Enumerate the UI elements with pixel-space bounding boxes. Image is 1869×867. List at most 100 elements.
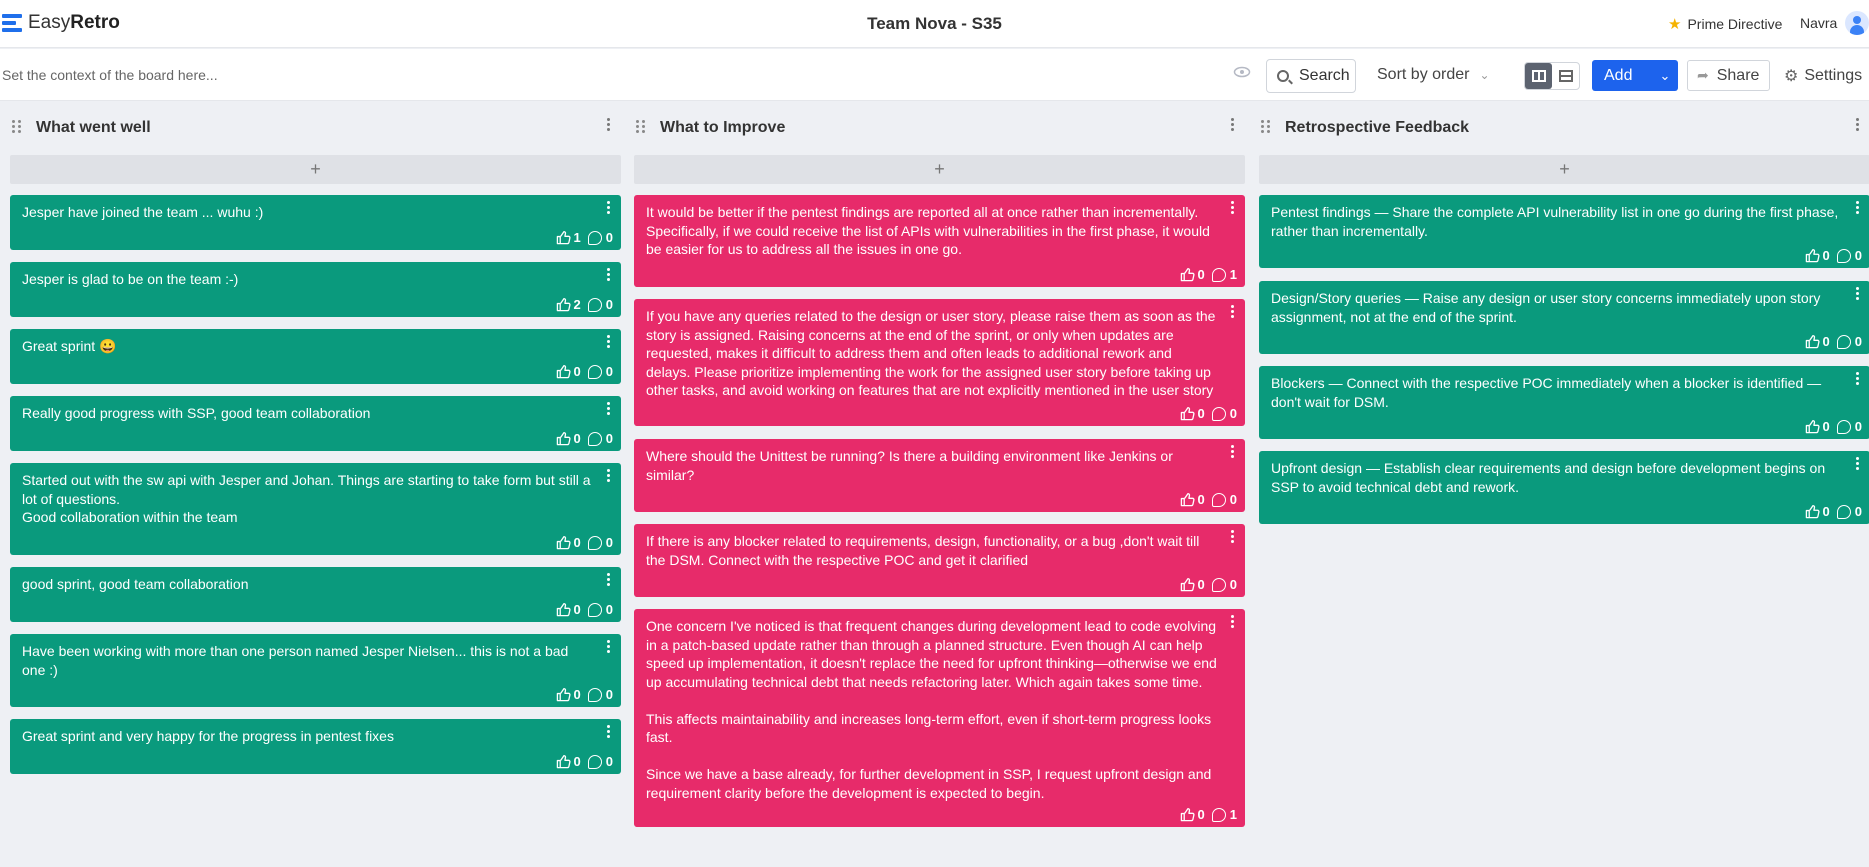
comment-icon[interactable] [1836,504,1851,519]
comment-icon[interactable] [1836,248,1851,263]
card-menu-icon[interactable] [1852,372,1862,386]
chevron-down-icon[interactable]: ⌄ [1652,68,1678,84]
column-title[interactable]: Retrospective Feedback [1285,119,1469,137]
add-button[interactable]: Add ⌄ [1592,60,1678,91]
like-icon[interactable] [1805,248,1823,263]
comment-icon[interactable] [587,602,602,617]
share-button[interactable]: ➦ Share [1687,60,1770,91]
retro-card[interactable]: Really good progress with SSP, good team… [10,396,621,451]
easyretro-logo[interactable]: EasyRetro [2,12,120,34]
board-context-input[interactable]: Set the context of the board here... [2,67,218,83]
like-icon[interactable] [556,230,574,245]
retro-card[interactable]: One concern I've noticed is that frequen… [634,609,1245,827]
card-menu-icon[interactable] [1227,445,1237,459]
retro-card[interactable]: Have been working with more than one per… [10,634,621,707]
column-title[interactable]: What to Improve [660,119,785,137]
eye-icon[interactable] [1233,63,1251,81]
comment-icon[interactable] [587,230,602,245]
settings-button[interactable]: ⚙ Settings [1784,66,1862,86]
user-avatar-icon[interactable] [1845,11,1869,35]
card-menu-icon[interactable] [1227,201,1237,215]
card-menu-icon[interactable] [603,268,613,282]
add-card-button[interactable]: + [1259,155,1869,184]
comment-icon[interactable] [1211,492,1226,507]
like-icon[interactable] [556,297,574,312]
drag-handle-icon[interactable] [12,120,22,134]
like-icon[interactable] [1805,334,1823,349]
retro-card[interactable]: Great sprint and very happy for the prog… [10,719,621,774]
column-menu-icon[interactable] [1227,118,1237,134]
card-menu-icon[interactable] [603,725,613,739]
card-menu-icon[interactable] [1227,305,1237,319]
card-menu-icon[interactable] [1852,287,1862,301]
comment-icon[interactable] [1211,406,1226,421]
like-icon[interactable] [556,364,574,379]
comment-icon[interactable] [1211,577,1226,592]
board-title[interactable]: Team Nova - S35 [867,14,1002,33]
comment-icon[interactable] [587,535,602,550]
column-title[interactable]: What went well [36,119,151,137]
retro-card[interactable]: If you have any queries related to the d… [634,299,1245,426]
comment-icon[interactable] [1836,419,1851,434]
card-menu-icon[interactable] [603,335,613,349]
card-menu-icon[interactable] [603,640,613,654]
like-icon[interactable] [556,754,574,769]
like-icon[interactable] [556,687,574,702]
comment-icon[interactable] [587,297,602,312]
card-menu-icon[interactable] [1852,457,1862,471]
comment-icon[interactable] [1836,334,1851,349]
column-menu-icon[interactable] [1852,118,1862,134]
like-icon[interactable] [1180,492,1198,507]
add-card-button[interactable]: + [634,155,1245,184]
card-menu-icon[interactable] [603,201,613,215]
like-icon[interactable] [1805,504,1823,519]
card-menu-icon[interactable] [603,402,613,416]
like-icon[interactable] [556,535,574,550]
retro-card[interactable]: good sprint, good team collaboration 0 0 [10,567,621,622]
add-card-button[interactable]: + [10,155,621,184]
comment-icon[interactable] [587,431,602,446]
column-header: Retrospective Feedback [1259,101,1869,153]
comment-icon[interactable] [587,687,602,702]
drag-handle-icon[interactable] [636,120,646,134]
card-menu-icon[interactable] [1227,530,1237,544]
retro-card[interactable]: Started out with the sw api with Jesper … [10,463,621,555]
card-menu-icon[interactable] [1852,201,1862,215]
comment-icon[interactable] [587,754,602,769]
retro-card[interactable]: Where should the Unittest be running? Is… [634,439,1245,512]
columns-icon [1531,70,1546,82]
comment-count: 0 [605,687,613,702]
sort-dropdown[interactable]: Sort by order ⌄ [1377,66,1490,84]
like-icon[interactable] [1180,406,1198,421]
retro-card[interactable]: Jesper have joined the team ... wuhu :) 1… [10,195,621,250]
share-label: Share [1716,66,1760,84]
like-icon[interactable] [556,602,574,617]
like-icon[interactable] [556,431,574,446]
retro-card[interactable]: Jesper is glad to be on the team :-) 2 0 [10,262,621,317]
retro-card[interactable]: Upfront design — Establish clear require… [1259,451,1869,524]
rows-view-button[interactable] [1552,63,1579,89]
column-menu-icon[interactable] [603,118,613,134]
columns-view-button[interactable] [1525,63,1552,89]
comment-icon[interactable] [1211,807,1226,822]
retro-card[interactable]: Great sprint 😀 0 0 [10,329,621,384]
user-name[interactable]: Navra [1800,15,1837,31]
retro-card[interactable]: Blockers — Connect with the respective P… [1259,366,1869,439]
card-menu-icon[interactable] [603,573,613,587]
like-icon[interactable] [1180,807,1198,822]
card-menu-icon[interactable] [1227,615,1237,629]
retro-card[interactable]: If there is any blocker related to requi… [634,524,1245,597]
prime-directive-link[interactable]: ★ Prime Directive [1668,15,1782,33]
drag-handle-icon[interactable] [1261,120,1271,134]
like-icon[interactable] [1180,577,1198,592]
search-button[interactable]: Search [1266,59,1356,93]
card-footer: 01 [1180,807,1237,822]
like-icon[interactable] [1180,267,1198,282]
retro-card[interactable]: Design/Story queries — Raise any design … [1259,281,1869,354]
card-menu-icon[interactable] [603,469,613,483]
comment-icon[interactable] [587,364,602,379]
retro-card[interactable]: It would be better if the pentest findin… [634,195,1245,287]
like-icon[interactable] [1805,419,1823,434]
comment-icon[interactable] [1211,267,1226,282]
retro-card[interactable]: Pentest findings — Share the complete AP… [1259,195,1869,268]
